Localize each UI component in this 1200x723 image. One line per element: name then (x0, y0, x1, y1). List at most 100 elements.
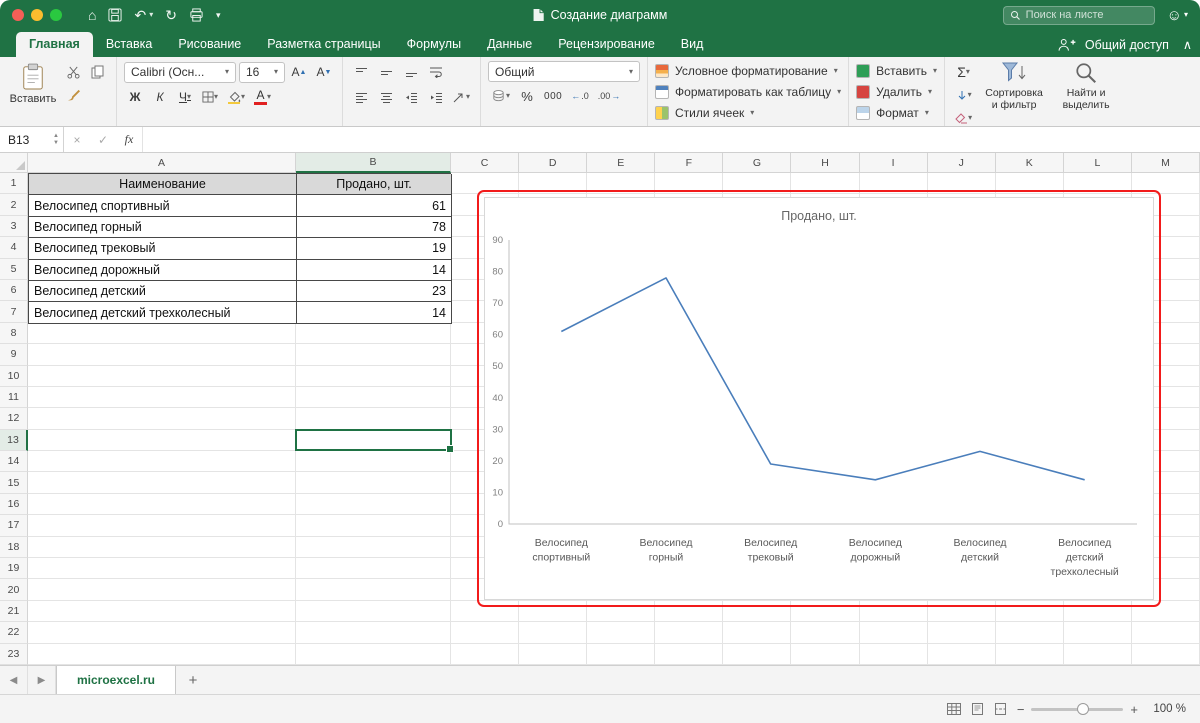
font-color-button[interactable]: А▾ (251, 86, 274, 108)
tab-Рецензирование[interactable]: Рецензирование (545, 32, 668, 57)
row-header-7[interactable]: 7 (0, 301, 28, 322)
cell-M22[interactable] (1132, 622, 1200, 643)
cell-C22[interactable] (451, 622, 519, 643)
cell-E23[interactable] (587, 644, 655, 665)
underline-button[interactable]: Ч▾ (174, 86, 196, 108)
cell-C23[interactable] (451, 644, 519, 665)
comma-style-button[interactable]: 000 (541, 85, 565, 107)
column-header-F[interactable]: F (655, 153, 723, 173)
cell-B22[interactable] (296, 622, 451, 643)
page-break-view-button[interactable] (994, 703, 1007, 715)
cancel-entry-button[interactable]: × (64, 127, 90, 152)
increase-decimal-button[interactable]: ←.0 (568, 85, 592, 107)
cell-A19[interactable] (28, 558, 296, 579)
clear-button[interactable]: ▾ (952, 107, 975, 127)
cell-A18[interactable] (28, 537, 296, 558)
italic-button[interactable]: К (149, 86, 171, 108)
confirm-entry-button[interactable]: ✓ (90, 127, 116, 152)
insert-function-button[interactable]: fx (116, 127, 142, 152)
cut-button[interactable] (62, 61, 84, 83)
save-icon[interactable] (108, 8, 122, 22)
sort-filter-button[interactable]: Сортировка и фильтр (981, 61, 1047, 111)
cell-J23[interactable] (928, 644, 996, 665)
currency-format-button[interactable]: ▾ (488, 85, 513, 107)
column-header-M[interactable]: M (1132, 153, 1200, 173)
sheet-search[interactable] (1003, 6, 1155, 25)
tab-Вид[interactable]: Вид (668, 32, 717, 57)
cell-A8[interactable] (28, 323, 296, 344)
table-row-4-name[interactable]: Велосипед детский (29, 281, 297, 302)
table-row-1-value[interactable]: 78 (297, 217, 452, 238)
table-header-sold[interactable]: Продано, шт. (297, 174, 452, 195)
cell-A13[interactable] (28, 430, 296, 451)
row-header-20[interactable]: 20 (0, 579, 28, 600)
cell-A9[interactable] (28, 344, 296, 365)
table-row-1-name[interactable]: Велосипед горный (29, 217, 297, 238)
row-header-21[interactable]: 21 (0, 601, 28, 622)
minimize-window-button[interactable] (31, 9, 43, 21)
cell-A11[interactable] (28, 387, 296, 408)
zoom-in-button[interactable]: + (1130, 702, 1138, 717)
name-box[interactable]: B13 ▲▼ (0, 127, 64, 152)
cell-K23[interactable] (996, 644, 1064, 665)
row-header-11[interactable]: 11 (0, 387, 28, 408)
page-layout-view-button[interactable] (971, 703, 984, 715)
row-header-6[interactable]: 6 (0, 280, 28, 301)
sheet-tab-active[interactable]: microexcel.ru (56, 666, 176, 694)
close-window-button[interactable] (12, 9, 24, 21)
search-input[interactable] (1026, 9, 1136, 21)
cell-A20[interactable] (28, 579, 296, 600)
table-row-5-name[interactable]: Велосипед детский трехколесный (29, 302, 297, 323)
cell-B9[interactable] (296, 344, 451, 365)
cell-J22[interactable] (928, 622, 996, 643)
row-header-5[interactable]: 5 (0, 259, 28, 280)
row-header-23[interactable]: 23 (0, 644, 28, 665)
decrease-indent-button[interactable] (400, 86, 422, 108)
table-row-0-name[interactable]: Велосипед спортивный (29, 195, 297, 216)
cell-B14[interactable] (296, 451, 451, 472)
cell-G22[interactable] (723, 622, 791, 643)
prev-sheet-button[interactable]: ◀ (0, 666, 28, 694)
cell-B18[interactable] (296, 537, 451, 558)
cell-A14[interactable] (28, 451, 296, 472)
number-format-select[interactable]: Общий▾ (488, 61, 640, 82)
chart-object[interactable]: Продано, шт.0102030405060708090Велосипед… (484, 197, 1154, 600)
table-row-3-value[interactable]: 14 (297, 260, 452, 281)
undo-button[interactable]: ↶▾ (134, 7, 153, 24)
cell-B23[interactable] (296, 644, 451, 665)
increase-indent-button[interactable] (425, 86, 447, 108)
row-header-18[interactable]: 18 (0, 537, 28, 558)
row-header-15[interactable]: 15 (0, 472, 28, 493)
column-header-I[interactable]: I (860, 153, 928, 173)
decrease-decimal-button[interactable]: .00→ (595, 85, 624, 107)
column-header-B[interactable]: B (296, 153, 451, 173)
style-button-0[interactable]: Условное форматирование▾ (655, 61, 841, 81)
row-header-3[interactable]: 3 (0, 216, 28, 237)
next-sheet-button[interactable]: ▶ (28, 666, 56, 694)
style-button-1[interactable]: Форматировать как таблицу▾ (655, 82, 841, 102)
cell-A23[interactable] (28, 644, 296, 665)
formula-input[interactable] (142, 127, 1200, 152)
cell-H23[interactable] (791, 644, 859, 665)
format-painter-button[interactable] (62, 83, 84, 105)
cell-F23[interactable] (655, 644, 723, 665)
cell-B20[interactable] (296, 579, 451, 600)
column-header-D[interactable]: D (519, 153, 587, 173)
cell-B8[interactable] (296, 323, 451, 344)
table-row-0-value[interactable]: 61 (297, 195, 452, 216)
cell-F22[interactable] (655, 622, 723, 643)
table-row-4-value[interactable]: 23 (297, 281, 452, 302)
zoom-out-button[interactable]: − (1017, 702, 1025, 717)
fill-color-button[interactable]: ▾ (224, 86, 248, 108)
column-header-L[interactable]: L (1064, 153, 1132, 173)
cells-button-0[interactable]: Вставить▾ (856, 61, 937, 81)
cell-B21[interactable] (296, 601, 451, 622)
column-header-A[interactable]: A (28, 153, 296, 173)
select-all-corner[interactable] (0, 153, 28, 173)
toolbar-overflow-button[interactable]: ▾ (216, 11, 221, 20)
column-header-C[interactable]: C (451, 153, 519, 173)
selected-cell[interactable] (295, 429, 452, 451)
add-sheet-button[interactable]: + (176, 666, 210, 694)
align-center-button[interactable] (375, 86, 397, 108)
align-bottom-button[interactable] (400, 61, 422, 83)
